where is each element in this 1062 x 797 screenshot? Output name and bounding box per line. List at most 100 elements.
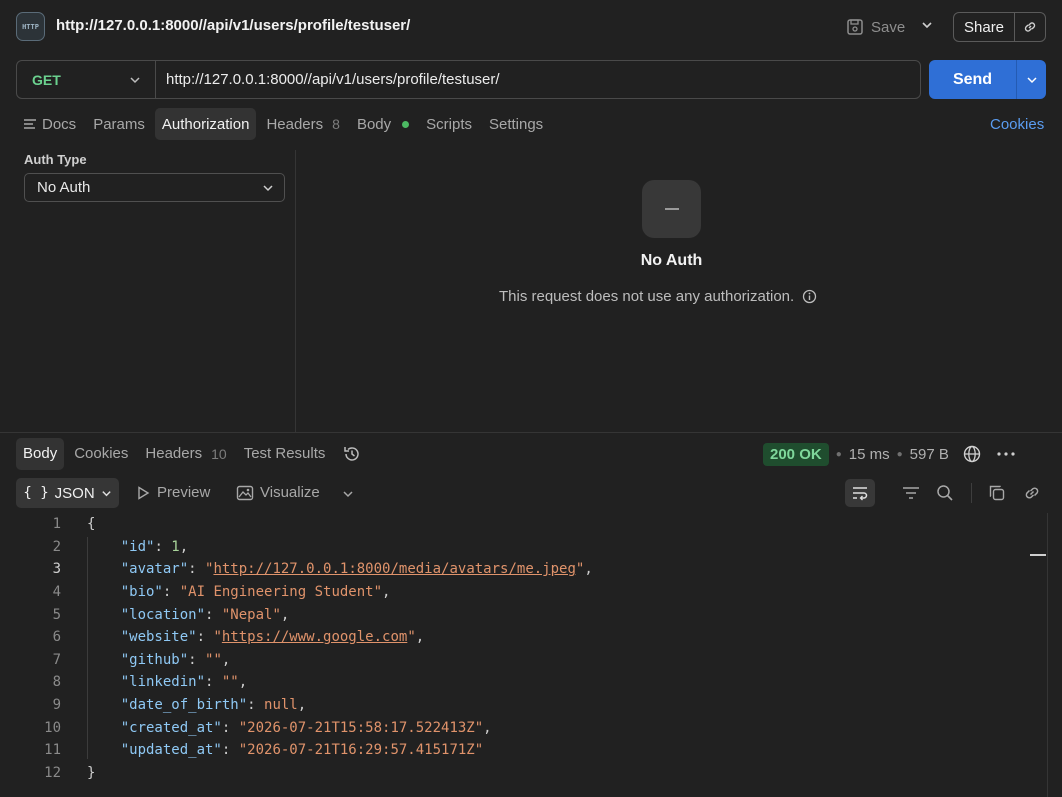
code-token: : [196,629,214,646]
code-token: : [154,538,172,555]
code-token: "date_of_birth" [120,697,248,714]
preview-button[interactable]: Preview [135,484,210,501]
visualize-label: Visualize [260,484,320,501]
copy-icon[interactable] [986,483,1008,503]
code-token: "linkedin" [120,674,206,691]
history-icon [344,446,360,461]
line-number: 10 [44,719,61,736]
code-token: , [280,606,290,623]
code-token: "avatar" [120,561,189,578]
line-content: "date_of_birth": null, [61,697,306,713]
more-options-icon[interactable] [995,444,1017,464]
body-indicator-dot [402,120,410,128]
send-options-chevron-icon[interactable] [1017,60,1046,99]
response-tab-body[interactable]: Body [16,437,65,470]
code-token: "updated_at" [120,742,222,759]
code-token: : [221,719,239,736]
filter-icon[interactable] [900,483,922,503]
code-token: , [221,651,231,668]
visualize-options-chevron-icon[interactable] [342,488,354,500]
save-button[interactable]: Save [846,12,905,42]
cookies-link[interactable]: Cookies [990,116,1044,133]
no-auth-description: This request does not use any authorizat… [499,288,817,305]
code-line: 11 "updated_at": "2026-07-21T16:29:57.41… [0,739,1030,762]
tab-body-label: Body [356,115,392,133]
url-link[interactable]: http://127.0.0.1:8000/media/avatars/me.j… [213,561,575,577]
tab-body[interactable]: Body [350,108,416,140]
separator-dot: ● [896,448,903,460]
send-button[interactable]: Send [929,60,1046,99]
request-title[interactable]: http://127.0.0.1:8000//api/v1/users/prof… [56,17,410,34]
code-line: 10 "created_at": "2026-07-21T15:58:17.52… [0,716,1030,739]
tab-settings[interactable]: Settings [482,108,550,140]
line-number: 3 [52,561,61,578]
tab-headers[interactable]: Headers 8 [259,108,347,140]
code-line: 4 "bio": "AI Engineering Student", [0,581,1030,604]
format-select[interactable]: { } JSON [16,478,119,508]
response-tab-body-label: Body [23,445,58,462]
copy-link-icon[interactable] [1015,19,1045,35]
code-token: } [87,764,96,781]
auth-type-select[interactable]: No Auth [24,173,285,202]
url-bar: GET [16,60,921,99]
method-select[interactable]: GET [17,61,156,98]
code-line: 5 "location": "Nepal", [0,603,1030,626]
line-content: "updated_at": "2026-07-21T16:29:57.41517… [61,742,483,758]
tab-scripts[interactable]: Scripts [419,108,479,140]
line-number: 11 [44,742,61,759]
tab-authorization[interactable]: Authorization [154,108,257,140]
url-link[interactable]: https://www.google.com [222,629,407,645]
code-token: null [264,697,298,714]
line-content: "created_at": "2026-07-21T15:58:17.52241… [61,720,492,736]
globe-icon[interactable] [962,444,982,464]
chevron-down-icon [101,490,111,496]
share-button[interactable]: Share [953,12,1046,42]
response-tab-headers[interactable]: Headers 10 [138,438,233,470]
response-tab-test-results[interactable]: Test Results [237,438,333,470]
code-token: : [205,606,222,623]
code-token: { [87,516,96,533]
tab-params[interactable]: Params [86,108,152,140]
tab-docs-label: Docs [42,115,77,133]
send-label: Send [929,60,1017,99]
code-token: "Nepal" [221,606,281,623]
code-token: "location" [120,606,206,623]
response-divider [0,432,1062,433]
code-token: "" [205,651,222,668]
line-content: "linkedin": "", [61,674,247,690]
visualize-button[interactable]: Visualize [236,484,320,501]
toolbar-divider [971,483,972,503]
auth-type-label: Auth Type [24,152,87,167]
code-token: : [188,651,206,668]
code-token: , [415,629,425,646]
code-token: "2026-07-21T16:29:57.415171Z" [238,742,484,759]
line-number: 4 [52,584,61,601]
line-content: "location": "Nepal", [61,606,290,623]
tab-authorization-label: Authorization [161,115,250,133]
search-icon[interactable] [934,483,956,503]
play-icon [138,485,150,500]
url-input[interactable] [156,71,920,88]
scroll-position-marker [1030,554,1046,556]
code-token: "website" [120,629,197,646]
response-tab-cookies[interactable]: Cookies [67,438,135,470]
save-options-chevron-icon[interactable] [920,18,934,32]
link-icon[interactable] [1021,483,1043,503]
response-body-code[interactable]: 1{2 "id": 1, 3 "avatar": "http://127.0.0.… [0,513,1030,784]
code-token: : [221,742,239,759]
http-request-icon: HTTP [16,12,45,41]
chevron-down-icon [263,184,273,191]
line-number: 5 [52,606,61,623]
headers-count: 8 [332,116,340,132]
history-button[interactable] [335,438,369,470]
info-icon[interactable] [802,289,817,304]
tab-docs[interactable]: Docs [16,108,83,140]
wrap-lines-button[interactable] [845,479,875,507]
scrollbar-track[interactable] [1047,513,1048,797]
response-headers-count: 10 [211,445,227,462]
